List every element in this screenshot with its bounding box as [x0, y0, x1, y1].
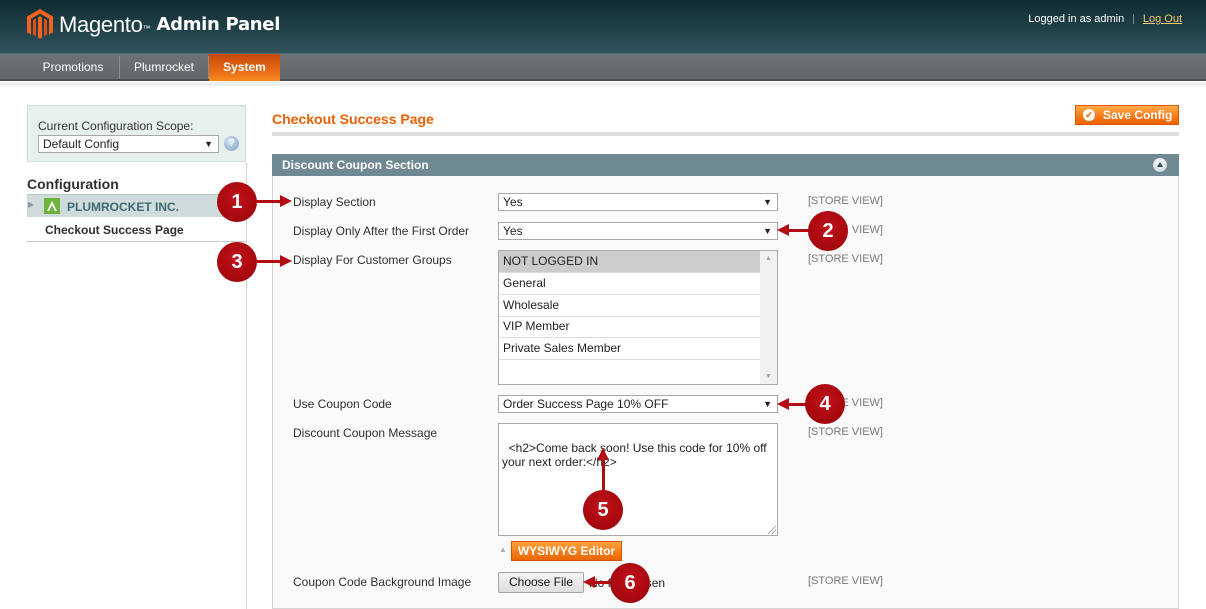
logo-trademark: ™ [142, 24, 151, 33]
annotation-arrow-1 [255, 200, 281, 203]
magento-logo[interactable]: Magento ™ Admin Panel [27, 9, 280, 40]
dropdown-arrow-icon: ▼ [204, 139, 213, 149]
save-config-label: Save Config [1103, 108, 1173, 122]
arrow-head-icon [597, 448, 609, 460]
sidebar-group-label: PLUMROCKET INC. [67, 200, 179, 214]
multiselect-scrollbar[interactable]: ▲ ▼ [760, 251, 777, 384]
customer-group-option[interactable]: NOT LOGGED IN [499, 251, 761, 273]
logo-subtitle: Admin Panel [156, 14, 281, 35]
arrow-head-icon [777, 224, 789, 236]
scope-select[interactable]: Default Config ▼ [38, 135, 219, 153]
main-nav: Promotions Plumrocket System [0, 53, 1206, 81]
sidebar-item-label: Checkout Success Page [45, 223, 184, 237]
configuration-title: Configuration [27, 176, 119, 192]
annotation-callout-6: 6 [610, 563, 650, 603]
arrow-head-icon [280, 195, 292, 207]
sidebar-item-checkout-success-page[interactable]: Checkout Success Page [27, 217, 246, 242]
resize-handle-icon[interactable] [768, 526, 776, 534]
section-header[interactable]: Discount Coupon Section [272, 154, 1179, 176]
page-title: Checkout Success Page [272, 111, 434, 127]
background-image-label: Coupon Code Background Image [293, 575, 472, 589]
nav-item-promotions[interactable]: Promotions [27, 54, 119, 81]
display-after-first-order-label: Display Only After the First Order [293, 224, 470, 238]
store-view-tag: [STORE VIEW] [808, 426, 883, 438]
nav-item-plumrocket[interactable]: Plumrocket [120, 54, 208, 81]
dropdown-arrow-icon: ▼ [763, 197, 772, 207]
plumrocket-logo-icon [44, 198, 60, 214]
section-title: Discount Coupon Section [282, 158, 429, 172]
scope-label: Current Configuration Scope: [38, 119, 194, 133]
dropdown-arrow-icon: ▼ [763, 399, 772, 409]
customer-group-option[interactable]: VIP Member [499, 316, 761, 338]
annotation-callout-4: 4 [805, 384, 845, 424]
nav-subbar [0, 82, 1206, 86]
arrow-head-icon [280, 255, 292, 267]
annotation-callout-5: 5 [583, 490, 623, 530]
admin-header: Magento ™ Admin Panel Logged in as admin… [0, 0, 1206, 53]
logo-text: Magento [59, 11, 143, 37]
collapse-icon[interactable] [1153, 158, 1167, 172]
coupon-message-label: Discount Coupon Message [293, 426, 438, 440]
display-section-value: Yes [503, 195, 523, 209]
wysiwyg-editor-button[interactable]: WYSIWYG Editor [511, 541, 622, 561]
section-body [272, 176, 1179, 609]
logged-in-text: Logged in as admin [1028, 13, 1125, 25]
arrow-head-icon [583, 576, 595, 588]
sidebar-group-plumrocket[interactable]: ▶ PLUMROCKET INC. [27, 194, 246, 217]
user-separator: | [1132, 13, 1135, 25]
toggle-arrow-icon[interactable]: ▲ [499, 545, 507, 554]
magento-logo-icon [27, 9, 53, 39]
coupon-message-value: <h2>Come back soon! Use this code for 10… [502, 441, 770, 469]
help-icon[interactable]: ? [224, 136, 239, 151]
display-section-select[interactable]: Yes ▼ [498, 193, 778, 211]
customer-group-option[interactable]: General [499, 273, 761, 295]
store-view-tag: [STORE VIEW] [808, 195, 883, 207]
display-after-first-order-value: Yes [503, 224, 523, 238]
annotation-callout-2: 2 [808, 211, 848, 251]
annotation-callout-3: 3 [217, 242, 257, 282]
coupon-message-textarea[interactable]: <h2>Come back soon! Use this code for 10… [498, 423, 778, 536]
customer-group-option[interactable]: Wholesale [499, 295, 761, 317]
annotation-arrow-2 [788, 229, 810, 232]
annotation-arrow-3 [255, 260, 281, 263]
scope-switcher: Current Configuration Scope: Default Con… [27, 105, 246, 162]
expand-arrow-icon: ▶ [28, 200, 35, 209]
dropdown-arrow-icon: ▼ [763, 226, 772, 236]
customer-groups-label: Display For Customer Groups [293, 253, 452, 267]
use-coupon-code-select[interactable]: Order Success Page 10% OFF ▼ [498, 395, 778, 413]
choose-file-button[interactable]: Choose File [498, 572, 584, 593]
annotation-arrow-5 [602, 459, 605, 492]
annotation-callout-1: 1 [217, 182, 257, 222]
title-divider [272, 132, 1179, 136]
sidebar-divider [246, 162, 247, 609]
use-coupon-code-value: Order Success Page 10% OFF [503, 397, 669, 411]
save-config-button[interactable]: ✔ Save Config [1075, 105, 1179, 125]
nav-item-system[interactable]: System [209, 54, 280, 81]
display-section-label: Display Section [293, 195, 376, 209]
customer-group-option[interactable]: Private Sales Member [499, 338, 761, 360]
scroll-down-icon[interactable]: ▼ [760, 373, 777, 380]
arrow-head-icon [777, 398, 789, 410]
customer-groups-multiselect[interactable]: NOT LOGGED IN General Wholesale VIP Memb… [498, 250, 778, 385]
scope-select-value: Default Config [43, 137, 120, 151]
store-view-tag: [STORE VIEW] [808, 253, 883, 265]
store-view-tag: [STORE VIEW] [808, 575, 883, 587]
scroll-up-icon[interactable]: ▲ [760, 255, 777, 262]
checkmark-icon: ✔ [1083, 109, 1095, 121]
logout-link[interactable]: Log Out [1143, 13, 1182, 25]
user-info: Logged in as admin | Log Out [1028, 13, 1182, 25]
use-coupon-code-label: Use Coupon Code [293, 397, 392, 411]
display-after-first-order-select[interactable]: Yes ▼ [498, 222, 778, 240]
